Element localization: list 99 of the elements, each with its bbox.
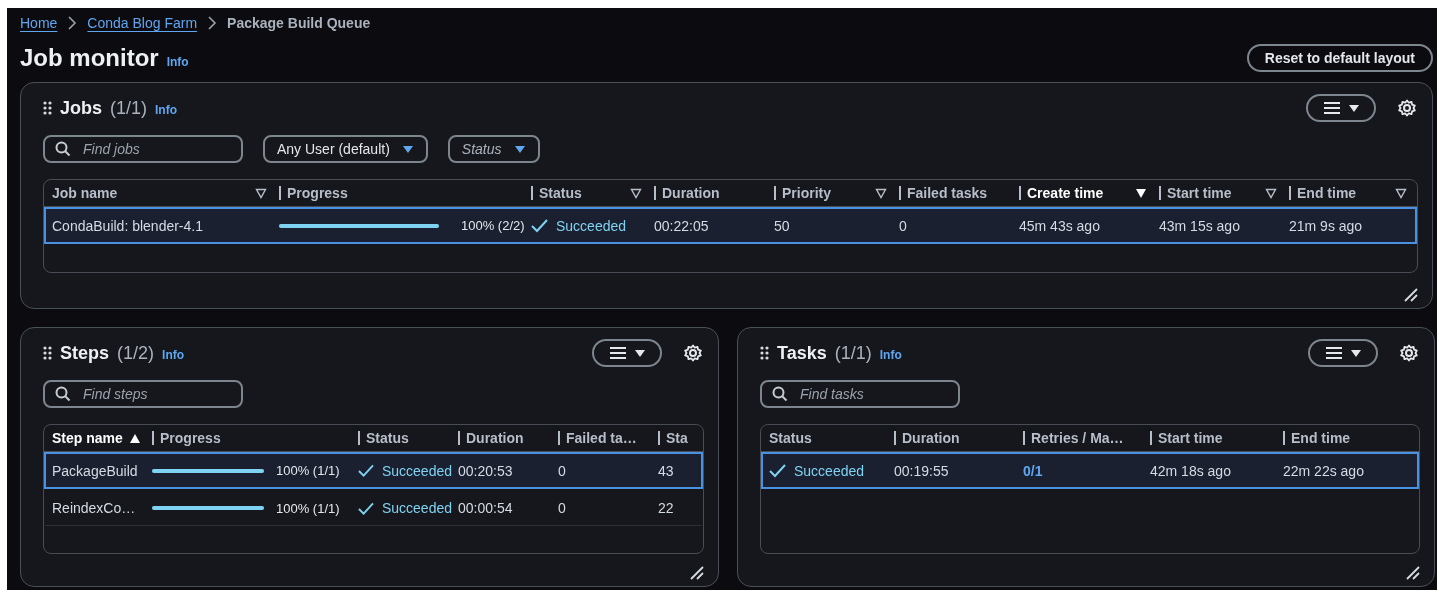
settings-icon[interactable] <box>1398 99 1416 117</box>
column-header[interactable]: Priority <box>782 185 831 201</box>
resize-handle-icon[interactable] <box>690 566 704 580</box>
column-header[interactable]: Step name <box>52 430 123 446</box>
checkmark-icon <box>358 463 374 478</box>
column-header[interactable]: Failed tasks <box>907 185 988 201</box>
drag-handle-icon <box>43 101 52 115</box>
table-cell: 0 <box>558 500 566 516</box>
column-header[interactable]: Create time <box>1027 185 1104 201</box>
panel-count: (1/2) <box>117 342 155 364</box>
timestamp[interactable]: 43 <box>658 462 674 479</box>
breadcrumb-link[interactable]: Home <box>20 15 58 31</box>
page-title: Job monitor <box>20 44 159 72</box>
table-row[interactable]: Succeeded 00:19:55 0/1 42m 18s ago 22m 22s ago <box>761 452 1419 489</box>
resize-handle-icon[interactable] <box>1404 288 1418 302</box>
column-header[interactable]: Status <box>539 185 582 201</box>
table-cell: 0 <box>899 217 907 234</box>
caret-down-icon <box>634 348 646 358</box>
drag-handle-icon <box>760 346 769 360</box>
table-cell: 00:22:05 <box>654 217 709 234</box>
table-row[interactable]: ReindexCo… 100% (1/1) Succeeded 00:00:54 0 22 <box>44 489 703 526</box>
caret-down-icon <box>1348 103 1360 113</box>
menu-icon <box>1326 346 1342 360</box>
caret-down-icon <box>401 144 414 154</box>
column-header[interactable]: Retries / Ma… <box>1031 430 1124 446</box>
table-row[interactable]: CondaBuild: blender-4.1 100% (2/2) Succeeded 00:22:05 50 0 45m 43s ago 43m 15s ago 21m 9s ago <box>44 207 1417 244</box>
breadcrumb-current: Package Build Queue <box>227 15 371 31</box>
progress-label: 100% (2/2) <box>461 218 525 233</box>
reset-layout-button[interactable]: Reset to default layout <box>1246 44 1433 72</box>
timestamp[interactable]: 42m 18s ago <box>1150 462 1231 479</box>
chevron-right-icon <box>207 15 218 31</box>
column-header[interactable]: Duration <box>662 185 720 201</box>
progress-label: 100% (1/1) <box>276 500 340 516</box>
timestamp[interactable]: 21m 9s ago <box>1289 217 1363 234</box>
view-menu-button[interactable] <box>1306 94 1376 122</box>
table-cell: 0 <box>558 462 566 479</box>
caret-down-icon <box>513 144 526 154</box>
table-cell: ReindexCo… <box>52 500 136 516</box>
info-link[interactable]: Info <box>155 103 178 117</box>
status-label: Succeeded <box>381 500 452 516</box>
search-field[interactable]: Find tasks <box>760 380 960 408</box>
panel-title: Tasks <box>777 342 827 364</box>
column-header[interactable]: End time <box>1297 185 1357 201</box>
caret-down-icon <box>1350 348 1362 358</box>
view-menu-button[interactable] <box>592 339 662 367</box>
table-cell: 50 <box>774 217 790 234</box>
column-header[interactable]: Start time <box>1158 430 1223 446</box>
timestamp[interactable]: 22m 22s ago <box>1283 462 1364 479</box>
checkmark-icon <box>769 463 786 478</box>
retries-link[interactable]: 0/1 <box>1023 462 1043 479</box>
column-header[interactable]: End time <box>1291 430 1351 446</box>
panel-count: (1/1) <box>110 97 148 119</box>
status-label: Succeeded <box>556 217 627 234</box>
table-cell: 00:00:54 <box>458 500 513 516</box>
chevron-right-icon <box>67 15 78 31</box>
search-field[interactable]: Find jobs <box>43 135 243 163</box>
search-icon <box>55 141 71 157</box>
status-label: Succeeded <box>381 462 452 479</box>
column-header[interactable]: Progress <box>287 185 348 201</box>
table-cell: 00:20:53 <box>458 462 513 479</box>
column-header[interactable]: Failed ta… <box>566 430 637 446</box>
column-header[interactable]: Status <box>366 430 409 446</box>
drag-handle-icon <box>43 346 52 360</box>
table-cell: CondaBuild: blender-4.1 <box>52 217 203 234</box>
status-label: Succeeded <box>794 462 865 479</box>
view-menu-button[interactable] <box>1308 339 1378 367</box>
search-field[interactable]: Find steps <box>43 380 243 408</box>
search-icon <box>55 386 71 402</box>
settings-icon[interactable] <box>1400 344 1418 362</box>
settings-icon[interactable] <box>684 344 702 362</box>
filter-dropdown[interactable]: Any User (default) <box>263 135 428 163</box>
column-header[interactable]: Duration <box>466 430 524 446</box>
panel-title: Steps <box>60 342 110 364</box>
column-header[interactable]: Job name <box>52 185 118 201</box>
panel-title: Jobs <box>60 97 102 119</box>
search-icon <box>772 386 788 402</box>
menu-icon <box>610 346 626 360</box>
column-header[interactable]: Sta <box>666 430 688 446</box>
timestamp[interactable]: 45m 43s ago <box>1019 217 1100 234</box>
column-header[interactable]: Status <box>769 430 812 446</box>
timestamp[interactable]: 22 <box>658 500 674 516</box>
menu-icon <box>1324 101 1340 115</box>
column-header[interactable]: Duration <box>902 430 960 446</box>
panel-count: (1/1) <box>834 342 872 364</box>
column-header[interactable]: Progress <box>160 430 221 446</box>
resize-handle-icon[interactable] <box>1406 566 1420 580</box>
breadcrumb-link[interactable]: Conda Blog Farm <box>87 15 198 31</box>
progress-label: 100% (1/1) <box>276 463 340 478</box>
checkmark-icon <box>358 500 374 516</box>
table-cell: PackageBuild <box>52 462 138 479</box>
info-link[interactable]: Info <box>162 348 185 362</box>
timestamp[interactable]: 43m 15s ago <box>1159 217 1240 234</box>
column-header[interactable]: Start time <box>1167 185 1232 201</box>
filter-dropdown[interactable]: Status <box>447 135 540 163</box>
table-cell: 00:19:55 <box>894 462 949 479</box>
info-link[interactable]: Info <box>166 55 189 69</box>
table-row[interactable]: PackageBuild 100% (1/1) Succeeded 00:20:53 0 43 <box>44 452 703 489</box>
checkmark-icon <box>531 218 548 233</box>
info-link[interactable]: Info <box>879 348 902 362</box>
